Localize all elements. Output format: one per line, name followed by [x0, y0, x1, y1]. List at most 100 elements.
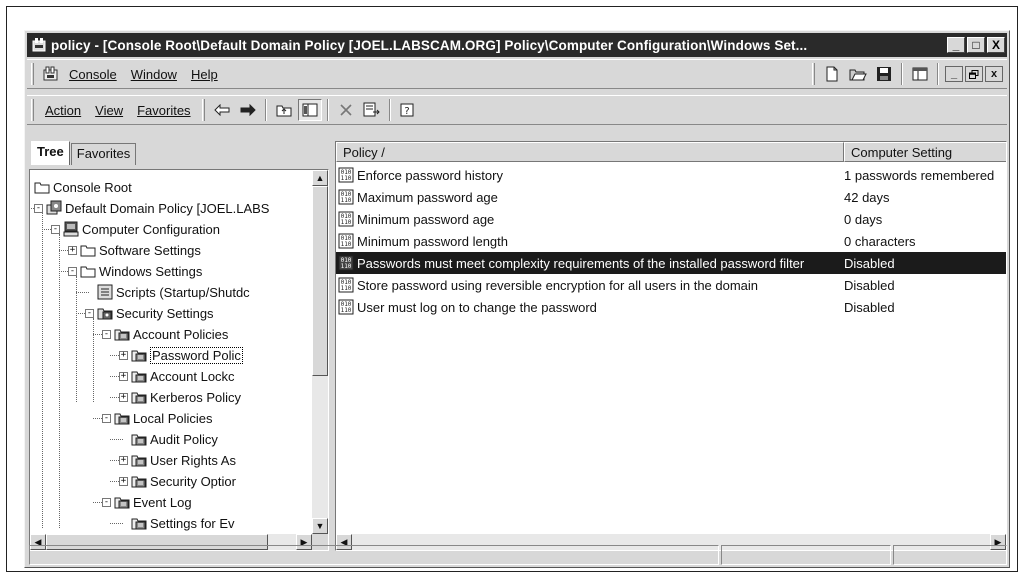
tree-node-label: Account Lockc	[150, 368, 235, 384]
list-row[interactable]: 010 110 Minimum password length 0 character…	[336, 230, 1006, 252]
expand-icon[interactable]: +	[119, 455, 128, 465]
delete-icon[interactable]	[334, 99, 358, 121]
tab-tree[interactable]: Tree	[31, 141, 70, 165]
expand-icon[interactable]: +	[119, 392, 128, 402]
policy-setting-icon: 010 110	[338, 277, 354, 293]
tree-node[interactable]: Settings for Ev	[119, 512, 235, 534]
toolbar-grip[interactable]	[812, 63, 815, 85]
svg-text:110: 110	[341, 241, 352, 248]
tree-node[interactable]: Console Root	[34, 176, 132, 198]
toolbar-separator	[264, 99, 267, 121]
mmc-app-icon	[32, 38, 46, 52]
collapse-icon[interactable]: -	[102, 497, 111, 507]
tree-node[interactable]: - Computer Configuration	[51, 218, 220, 240]
tree-connector	[76, 276, 77, 402]
tab-favorites[interactable]: Favorites	[70, 143, 137, 165]
svg-text:110: 110	[341, 197, 352, 204]
toolbar-grip[interactable]	[31, 99, 34, 121]
policy-cell: 010 110 Store password using reversible en…	[336, 277, 842, 293]
policy-name: User must log on to change the password	[357, 299, 597, 315]
tree-node[interactable]: + Software Settings	[68, 239, 201, 261]
save-icon[interactable]	[872, 63, 896, 85]
list-row[interactable]: 010 110 Maximum password age 42 days	[336, 186, 1006, 208]
tree-node[interactable]: + Account Lockc	[119, 365, 235, 387]
policy-folder-icon	[114, 494, 130, 510]
menu-favorites[interactable]: Favorites	[130, 103, 197, 118]
back-arrow-icon[interactable]	[210, 99, 234, 121]
tree-node[interactable]: - Default Domain Policy [JOEL.LABS	[34, 197, 269, 219]
tree-vertical-scrollbar[interactable]: ▲ ▼	[312, 170, 328, 534]
list-row[interactable]: 010 110 User must log on to change the pas…	[336, 296, 1006, 318]
collapse-icon[interactable]: -	[51, 224, 60, 234]
collapse-icon[interactable]: -	[102, 413, 111, 423]
computer-setting-value: 1 passwords remembered	[844, 167, 995, 183]
title-bar[interactable]: policy - [Console Root\Default Domain Po…	[27, 33, 1007, 57]
tree-node[interactable]: - Security Settings	[85, 302, 214, 324]
tree-node[interactable]: + User Rights As	[119, 449, 236, 471]
collapse-icon[interactable]: -	[85, 308, 94, 318]
menu-window[interactable]: Window	[124, 67, 184, 82]
tree-node-label: Local Policies	[133, 410, 213, 426]
new-icon[interactable]	[820, 63, 844, 85]
policy-cell: 010 110 User must log on to change the pas…	[336, 299, 842, 315]
scroll-up-arrow[interactable]: ▲	[312, 170, 328, 186]
svg-text:110: 110	[341, 175, 352, 182]
tree-node-label: Security Optior	[150, 473, 236, 489]
computer-setting-value: Disabled	[844, 255, 895, 271]
tree-node[interactable]: + Password Polic	[119, 344, 243, 366]
menu-action[interactable]: Action	[38, 103, 88, 118]
tree-pane[interactable]: Console Root - Default Domain Policy [JOEL…	[29, 169, 329, 551]
collapse-icon[interactable]: -	[102, 329, 111, 339]
list-row[interactable]: 010 110 Minimum password age 0 days	[336, 208, 1006, 230]
computer-setting-value: 42 days	[844, 189, 890, 205]
details-pane[interactable]: Policy / Computer Setting 010 110 Enforce …	[335, 141, 1007, 551]
collapse-icon[interactable]: -	[34, 203, 43, 213]
toolbar-grip[interactable]	[201, 99, 205, 121]
column-header-computer-setting[interactable]: Computer Setting	[844, 142, 1006, 162]
mdi-restore-button[interactable]	[965, 66, 983, 82]
expand-icon[interactable]: +	[119, 350, 128, 360]
minimize-button[interactable]: _	[947, 37, 965, 53]
export-list-icon[interactable]	[360, 99, 384, 121]
up-one-level-icon[interactable]	[272, 99, 296, 121]
forward-arrow-icon[interactable]	[236, 99, 260, 121]
tree-node-label: Account Policies	[133, 326, 229, 342]
column-header-policy[interactable]: Policy /	[336, 142, 844, 162]
tree-node[interactable]: - Local Policies	[102, 407, 213, 429]
tree-node[interactable]: - Windows Settings	[68, 260, 202, 282]
scroll-down-arrow[interactable]: ▼	[312, 518, 328, 534]
collapse-icon[interactable]: -	[68, 266, 77, 276]
menu-help[interactable]: Help	[184, 67, 225, 82]
expand-icon[interactable]: +	[119, 476, 128, 486]
policy-name: Passwords must meet complexity requireme…	[357, 255, 805, 271]
close-button[interactable]: X	[987, 37, 1005, 53]
list-row[interactable]: 010 110 Passwords must meet complexity req…	[336, 252, 1006, 274]
tree-node[interactable]: - Event Log	[102, 491, 192, 513]
folder-icon	[80, 242, 96, 258]
mmc-window: policy - [Console Root\Default Domain Po…	[24, 30, 1010, 568]
tree-node[interactable]: + Security Optior	[119, 470, 236, 492]
policy-name: Enforce password history	[357, 167, 503, 183]
mdi-minimize-button[interactable]: _	[945, 66, 963, 82]
show-hide-tree-icon[interactable]	[297, 99, 322, 121]
tree-node[interactable]: Audit Policy	[119, 428, 218, 450]
help-icon[interactable]: ?	[396, 99, 420, 121]
tree-node[interactable]: - Account Policies	[102, 323, 228, 345]
tree-node[interactable]: + Kerberos Policy	[119, 386, 241, 408]
properties-window-icon[interactable]	[908, 63, 932, 85]
tree-node[interactable]: Scripts (Startup/Shutdc	[85, 281, 250, 303]
list-row[interactable]: 010 110 Enforce password history 1 password…	[336, 164, 1006, 186]
policy-folder-icon	[114, 326, 130, 342]
mdi-close-button[interactable]: x	[985, 66, 1003, 82]
computer-setting-value: Disabled	[844, 299, 895, 315]
scroll-thumb[interactable]	[312, 186, 328, 376]
expand-icon[interactable]: +	[68, 245, 77, 255]
policy-folder-icon	[131, 389, 147, 405]
maximize-button[interactable]: □	[967, 37, 985, 53]
list-row[interactable]: 010 110 Store password using reversible en…	[336, 274, 1006, 296]
open-folder-icon[interactable]	[846, 63, 870, 85]
menu-console[interactable]: Console	[62, 67, 124, 82]
menu-view[interactable]: View	[88, 103, 130, 118]
menu-grip[interactable]	[31, 63, 34, 85]
expand-icon[interactable]: +	[119, 371, 128, 381]
